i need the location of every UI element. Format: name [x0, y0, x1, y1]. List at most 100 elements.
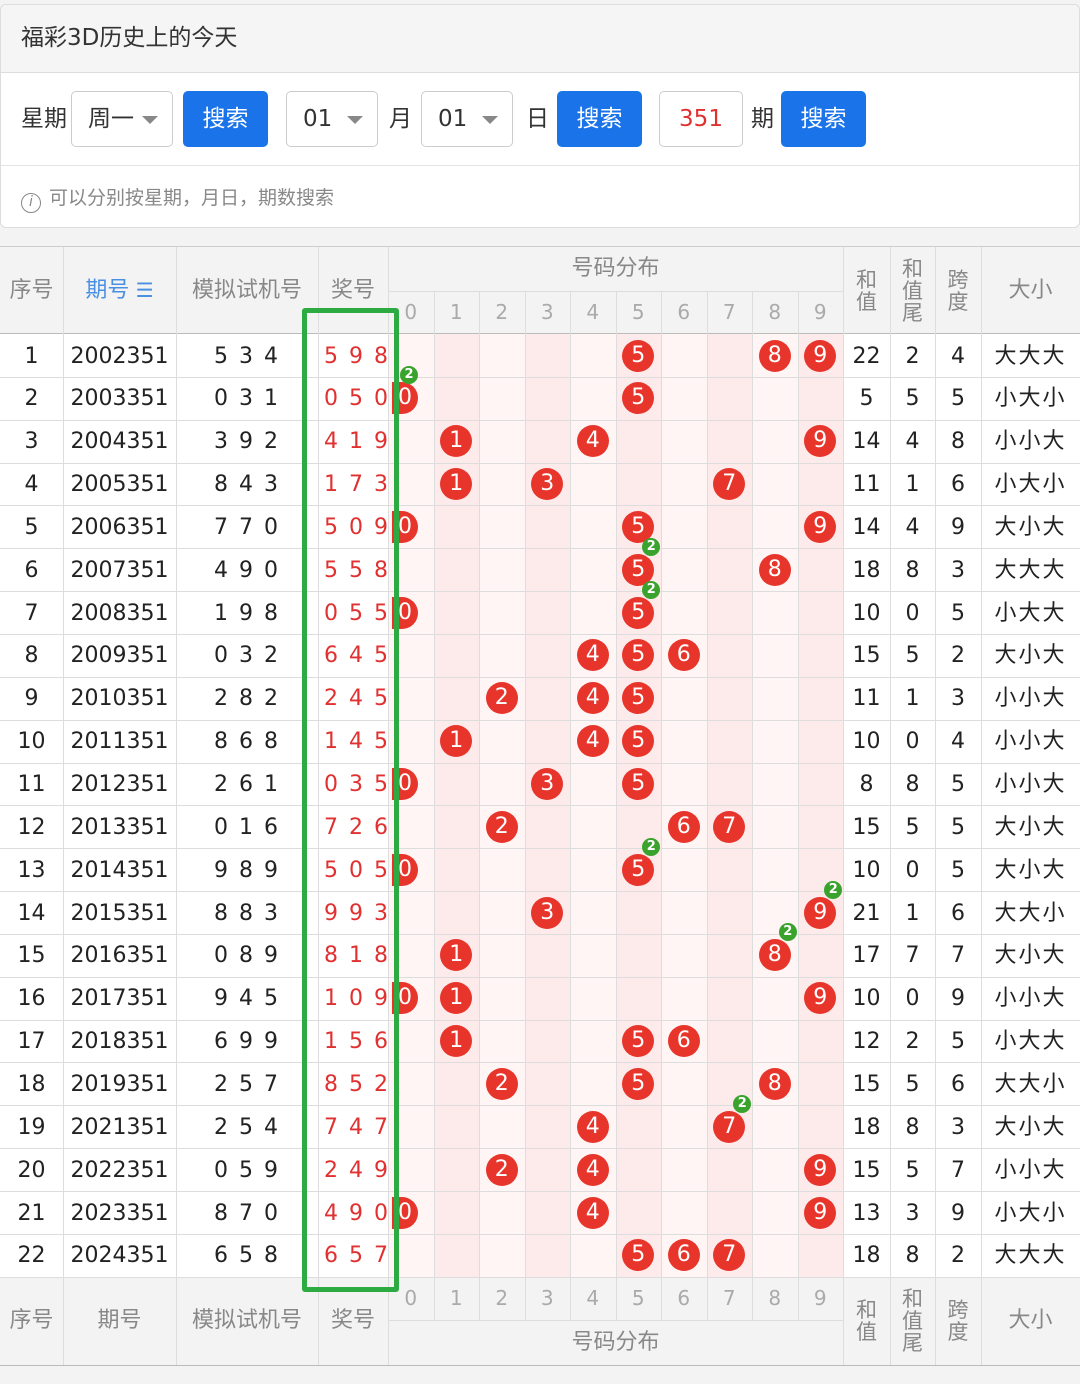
row-issue: 2013351 [70, 814, 169, 840]
row-issue: 2010351 [70, 686, 169, 712]
row-sum: 17 [852, 943, 881, 969]
row-sum-tail: 1 [905, 472, 920, 498]
row-sum-tail: 7 [905, 943, 920, 969]
row-span: 9 [951, 514, 965, 540]
row-span: 5 [951, 600, 965, 626]
row-sum-tail: 4 [905, 429, 920, 455]
digit-footer: 5 [631, 1285, 645, 1310]
row-sum: 5 [859, 386, 874, 412]
row-issue: 2009351 [70, 643, 169, 669]
day-select[interactable]: 01 [421, 91, 513, 147]
digit-footer: 3 [540, 1285, 554, 1310]
row-sum-tail: 0 [905, 600, 920, 626]
row-issue: 2004351 [70, 429, 169, 455]
row-span: 4 [951, 729, 965, 755]
row-span: 6 [951, 1071, 965, 1097]
number-ball: 6 [667, 810, 700, 843]
row-sum: 18 [852, 1243, 881, 1269]
number-ball: 3 [531, 896, 564, 929]
month-select[interactable]: 01 [286, 91, 378, 147]
row-size: 小小大 [994, 986, 1067, 1012]
number-ball: 7 [713, 1110, 746, 1143]
row-span: 7 [951, 1157, 965, 1183]
search-hint: i 可以分别按星期，月日，期数搜索 [21, 183, 334, 213]
digit-footer: 2 [495, 1285, 509, 1310]
row-issue: 2015351 [70, 900, 169, 926]
row-seq: 16 [17, 986, 46, 1012]
weekday-search-button[interactable]: 搜索 [183, 91, 268, 147]
row-seq: 11 [17, 772, 46, 797]
number-ball: 6 [667, 1239, 700, 1272]
month-label: 月 [389, 106, 412, 132]
hint-text: 可以分别按星期，月日，期数搜索 [49, 187, 335, 209]
row-issue: 2012351 [70, 772, 169, 797]
row-seq: 4 [24, 472, 39, 498]
row-sim: 7 7 0 [214, 514, 280, 540]
row-seq: 6 [24, 557, 39, 583]
row-sum: 14 [852, 429, 881, 455]
digit-header: 8 [768, 300, 782, 324]
row-size: 小小大 [994, 772, 1067, 797]
row-sim: 6 5 8 [214, 1243, 280, 1269]
row-span: 3 [951, 686, 965, 712]
footer-prize-label: 奖号 [330, 1307, 375, 1333]
row-sum: 21 [852, 900, 881, 926]
row-size: 大小大 [994, 857, 1067, 883]
row-sum: 22 [852, 343, 881, 369]
header-sim-label: 模拟试机号 [191, 278, 302, 303]
number-ball: 5 [622, 853, 655, 886]
row-sum-tail: 1 [905, 900, 920, 926]
header-size-label: 大小 [1008, 278, 1053, 303]
digit-footer: 9 [813, 1285, 827, 1310]
history-table: 序号 期号 ☰ 模拟试机号 奖号 号码分布 和值 和值尾 跨度 大小 0 0 1 1 2 2 3 3 4 4 5 5 6 6… [0, 246, 1080, 1366]
header-size: 大小 [981, 247, 1080, 334]
divider [0, 1364, 1080, 1366]
divider [1, 165, 1079, 166]
sort-desc-icon[interactable]: ☰ [129, 278, 154, 302]
divider [706, 291, 708, 1277]
row-issue: 2011351 [70, 729, 169, 755]
footer-sim-label: 模拟试机号 [191, 1307, 302, 1333]
row-sum-tail: 8 [905, 557, 920, 583]
row-sim: 0 1 6 [214, 814, 280, 840]
row-size: 小大小 [994, 386, 1067, 412]
row-issue: 2006351 [70, 514, 169, 540]
day-label: 日 [526, 106, 549, 132]
row-size: 大大小 [994, 1071, 1067, 1097]
weekday-value: 周一 [88, 106, 134, 132]
search-panel: 福彩3D历史上的今天 星期 周一 搜索 01 月 01 日 搜索 351 期 搜… [0, 4, 1080, 228]
number-ball: 5 [622, 768, 655, 800]
header-issue-label: 期号 [85, 278, 130, 303]
date-search-button[interactable]: 搜索 [557, 91, 642, 147]
header-issue-sort[interactable]: 期号 ☰ [63, 247, 176, 334]
number-ball: 8 [758, 1067, 791, 1100]
row-size: 小小大 [994, 686, 1067, 712]
row-sim: 4 9 0 [214, 557, 280, 583]
row-size: 大小大 [994, 1114, 1067, 1140]
row-issue: 2017351 [70, 986, 169, 1012]
row-span: 5 [951, 857, 965, 883]
row-span: 5 [951, 386, 965, 412]
row-seq: 2 [24, 386, 39, 412]
issue-search-button[interactable]: 搜索 [781, 91, 866, 147]
number-ball: 4 [576, 425, 609, 458]
search-row: 星期 周一 搜索 01 月 01 日 搜索 351 期 搜索 [1, 91, 1079, 149]
weekday-select[interactable]: 周一 [71, 91, 173, 147]
row-seq: 18 [17, 1071, 46, 1097]
row-sum: 15 [852, 814, 881, 840]
digit-header: 1 [449, 300, 463, 324]
number-ball: 5 [622, 596, 655, 629]
row-span: 2 [951, 1243, 965, 1269]
footer-size-label: 大小 [1008, 1307, 1053, 1333]
footer-span: 跨度 [935, 1277, 981, 1365]
row-sim: 3 9 2 [214, 429, 280, 455]
row-sum-tail: 0 [905, 986, 920, 1012]
row-sum-tail: 8 [905, 1114, 920, 1140]
row-sum-tail: 2 [905, 343, 920, 369]
row-span: 6 [951, 900, 965, 926]
issue-input[interactable]: 351 [659, 91, 743, 147]
row-sim: 8 7 0 [214, 1200, 280, 1226]
divider [615, 291, 617, 1277]
header-dist: 号码分布 [388, 247, 843, 291]
divider [752, 291, 753, 1277]
